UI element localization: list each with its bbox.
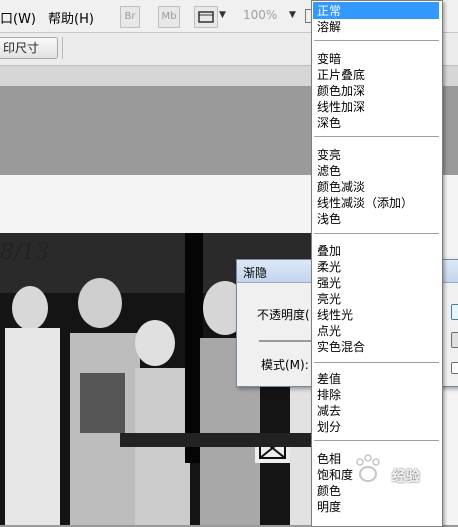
- blend-mode-option[interactable]: 排除: [317, 386, 341, 403]
- divider: [314, 136, 439, 137]
- blend-mode-option[interactable]: 色相: [317, 450, 341, 467]
- blend-mode-option[interactable]: 柔光: [317, 258, 341, 275]
- opacity-label: 不透明度(: [257, 308, 310, 322]
- dialog-title: 渐隐: [243, 266, 268, 280]
- blend-mode-option[interactable]: 深色: [317, 114, 341, 131]
- blend-mode-option[interactable]: 变亮: [317, 146, 341, 163]
- mode-label: 模式(M):: [261, 358, 309, 372]
- divider: [314, 40, 439, 41]
- blend-mode-option[interactable]: 点光: [317, 322, 341, 339]
- blend-mode-option[interactable]: 浅色: [317, 210, 341, 227]
- blend-mode-option[interactable]: 颜色减淡: [317, 178, 365, 195]
- blend-mode-option[interactable]: 滤色: [317, 162, 341, 179]
- divider: [314, 362, 439, 363]
- blend-mode-option[interactable]: 减去: [317, 402, 341, 419]
- menu-help[interactable]: 帮助(H): [48, 8, 94, 27]
- film-frame-icon: [198, 11, 214, 23]
- blend-mode-option[interactable]: 线性加深: [317, 98, 365, 115]
- blend-mode-option[interactable]: 正片叠底: [317, 66, 365, 83]
- menu-window[interactable]: 口(W): [0, 8, 36, 27]
- blend-mode-option[interactable]: 变暗: [317, 50, 341, 67]
- zoom-chevron-icon[interactable]: ▼: [289, 10, 296, 20]
- opacity-slider[interactable]: [259, 340, 319, 342]
- blend-mode-option[interactable]: 溶解: [317, 18, 341, 35]
- blend-mode-option[interactable]: 实色混合: [317, 338, 365, 355]
- bridge-button[interactable]: Br: [120, 6, 140, 28]
- divider: [62, 37, 63, 59]
- blend-mode-option[interactable]: 划分: [317, 418, 341, 435]
- ok-button[interactable]: [451, 304, 458, 320]
- blend-mode-option[interactable]: 强光: [317, 274, 341, 291]
- blend-mode-option[interactable]: 线性光: [317, 306, 353, 323]
- divider: [314, 233, 439, 234]
- blend-mode-option[interactable]: 明度: [317, 498, 341, 515]
- print-size-button[interactable]: 印尺寸: [0, 37, 58, 59]
- blend-mode-option[interactable]: 颜色: [317, 482, 341, 499]
- chevron-down-icon[interactable]: ▼: [219, 10, 226, 20]
- divider: [314, 440, 439, 441]
- photo-date-text: 8/13: [0, 240, 50, 265]
- blend-mode-option[interactable]: 线性减淡（添加）: [317, 194, 413, 211]
- blend-mode-option[interactable]: 正常: [313, 2, 439, 19]
- preview-checkbox[interactable]: [451, 362, 458, 374]
- view-extras-button[interactable]: [194, 6, 218, 28]
- blend-mode-option[interactable]: 差值: [317, 370, 341, 387]
- watermark-text: 经验: [392, 469, 420, 485]
- blend-mode-option[interactable]: 叠加: [317, 242, 341, 259]
- blend-mode-option[interactable]: 亮光: [317, 290, 341, 307]
- blend-mode-option[interactable]: 颜色加深: [317, 82, 365, 99]
- mini-bridge-button[interactable]: Mb: [158, 6, 180, 28]
- zoom-level[interactable]: 100%: [243, 8, 277, 22]
- cancel-button[interactable]: [451, 332, 458, 348]
